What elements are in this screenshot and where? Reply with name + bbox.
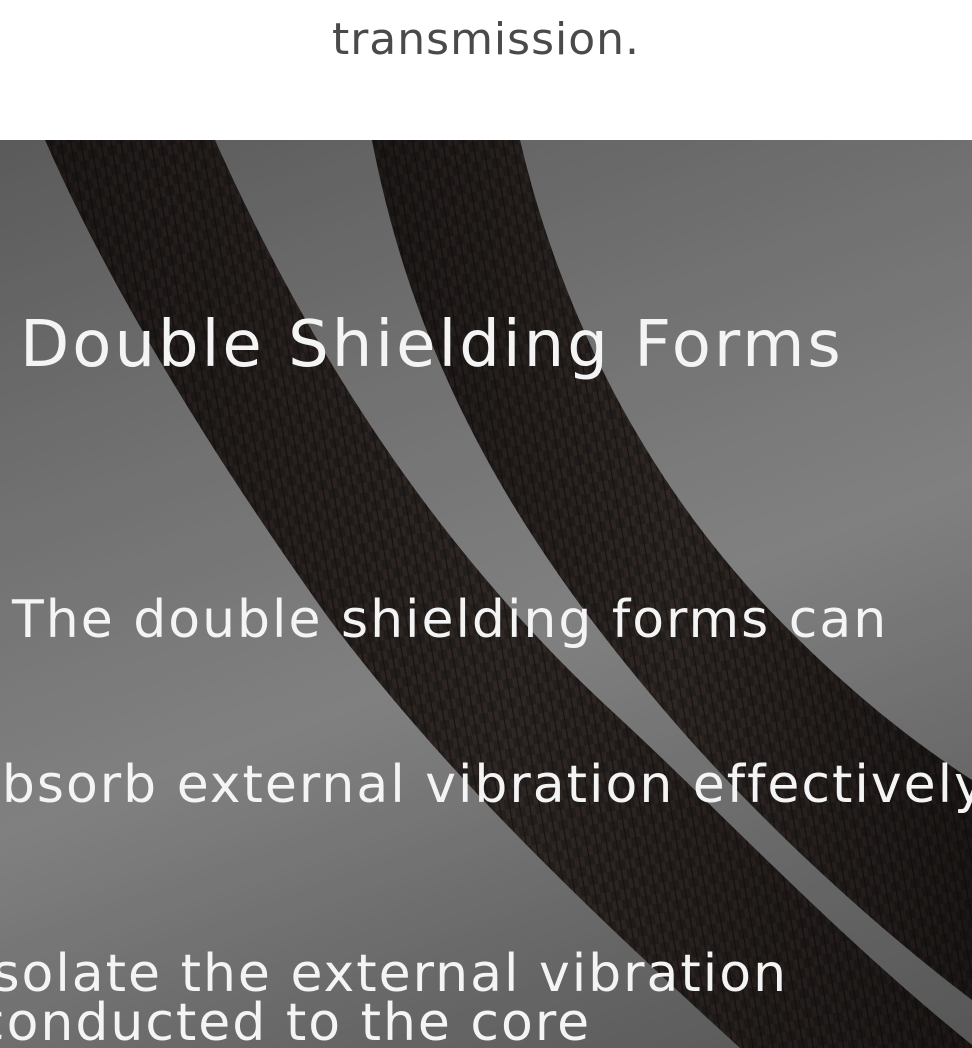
top-caption-band: transmission. [0,0,972,140]
section-headline: Double Shielding Forms [20,308,844,382]
description-line-1: The double shielding forms can [12,590,889,650]
description-line-2: absorb external vibration effectively [0,755,972,815]
product-detail-page: transmission. Double Shielding Forms The… [0,0,972,1048]
description-line-3: isolate the external vibration conducted… [0,944,789,1048]
top-caption: transmission. [331,14,641,65]
cable-photo-section: Double Shielding Forms The double shield… [0,140,972,1048]
